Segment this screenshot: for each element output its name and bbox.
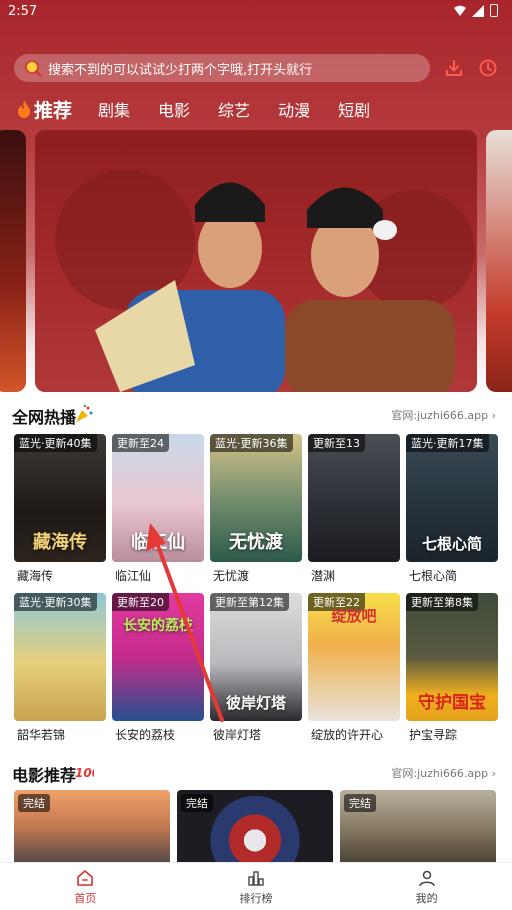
section-title: 全网热播 [12, 408, 77, 427]
status-badge: 完结 [344, 794, 376, 812]
poster-title: 七根心简 [421, 535, 482, 553]
nav-profile[interactable]: 我的 [341, 863, 512, 910]
tab-label: 推荐 [34, 99, 73, 122]
tab-variety[interactable]: 综艺 [218, 97, 250, 121]
drama-card[interactable]: 蓝光·更新17集 七根心简 七根心简 [406, 434, 498, 584]
confetti-icon [76, 404, 93, 422]
poster: 蓝光·更新40集 藏海传 [14, 434, 106, 562]
poster-title: 守护国宝 [418, 693, 486, 713]
drama-card[interactable]: 更新至13 潜渊 [308, 434, 400, 584]
search-input[interactable]: 搜索不到的可以试试少打两个字哦,打开头就行 [14, 54, 430, 82]
signal-icon [472, 4, 484, 17]
history-icon[interactable] [478, 58, 498, 78]
poster: 更新至第8集 守护国宝 [406, 593, 498, 721]
poster: 更新至22 绽放吧 [308, 593, 400, 721]
site-link[interactable]: 官网:juzhi666.app › [391, 407, 496, 423]
update-badge: 更新至24 [112, 434, 169, 452]
section-title: 电影推荐 [12, 766, 77, 785]
user-icon [418, 870, 435, 886]
annotation-arrow [146, 523, 224, 722]
card-title: 韶华若锦 [17, 728, 66, 742]
card-title: 护宝寻踪 [409, 728, 458, 742]
flame-icon [18, 100, 30, 118]
update-badge: 蓝光·更新36集 [210, 434, 293, 452]
poster: 更新至13 [308, 434, 400, 562]
wifi-icon [454, 5, 466, 16]
nav-label: 排行榜 [239, 891, 273, 905]
tab-anime[interactable]: 动漫 [278, 97, 310, 121]
poster-title: 绽放吧 [331, 607, 377, 625]
banner-artwork [55, 170, 475, 392]
update-badge: 蓝光·更新40集 [14, 434, 97, 452]
card-title: 潜渊 [311, 569, 336, 583]
update-badge: 蓝光·更新17集 [406, 434, 489, 452]
home-icon [77, 869, 94, 886]
card-title: 长安的荔枝 [115, 728, 176, 742]
update-badge: 更新至13 [308, 434, 365, 452]
poster: 蓝光·更新30集 [14, 593, 106, 721]
site-link-text: 官网:juzhi666.app [391, 767, 489, 780]
banner-main-card[interactable] [35, 130, 477, 392]
banner-next-card[interactable] [486, 130, 512, 392]
search-icon [25, 60, 42, 77]
movie-card[interactable]: 完结 [177, 790, 333, 862]
download-icon[interactable] [444, 58, 464, 78]
hundred-icon: 100 [75, 766, 94, 780]
drama-card[interactable]: 更新至22 绽放吧 绽放的许开心 [308, 593, 400, 743]
drama-card[interactable]: 蓝光·更新30集 韶华若锦 [14, 593, 106, 743]
banner-prev-card[interactable] [0, 130, 26, 392]
nav-ranking[interactable]: 排行榜 [171, 863, 342, 910]
site-link[interactable]: 官网:juzhi666.app › [391, 765, 496, 781]
card-title: 绽放的许开心 [311, 728, 384, 742]
nav-label: 我的 [415, 891, 438, 905]
nav-label: 首页 [74, 891, 97, 905]
category-tabs: 推荐 剧集 电影 综艺 动漫 短剧 [16, 94, 398, 124]
card-title: 彼岸灯塔 [213, 728, 262, 742]
tab-movies[interactable]: 电影 [158, 97, 190, 121]
status-badge: 完结 [181, 794, 213, 812]
tab-series[interactable]: 剧集 [98, 97, 130, 121]
search-placeholder: 搜索不到的可以试试少打两个字哦,打开头就行 [48, 62, 313, 78]
status-bar: 2:57 [0, 0, 512, 24]
hot-section-header: 全网热播 官网:juzhi666.app › [12, 404, 500, 427]
drama-card[interactable]: 蓝光·更新40集 藏海传 藏海传 [14, 434, 106, 584]
movie-card[interactable]: 完结 [340, 790, 496, 862]
movie-card[interactable]: 完结 [14, 790, 170, 862]
status-icons [454, 4, 498, 17]
poster-title: 藏海传 [33, 532, 87, 553]
card-title: 藏海传 [17, 569, 54, 583]
site-link-text: 官网:juzhi666.app [391, 409, 489, 422]
card-title: 七根心简 [409, 569, 458, 583]
update-badge: 蓝光·更新30集 [14, 593, 97, 611]
bar-chart-icon [248, 870, 264, 886]
bottom-nav: 首页 排行榜 我的 [0, 862, 512, 910]
status-badge: 完结 [18, 794, 50, 812]
tab-short-drama[interactable]: 短剧 [338, 97, 370, 121]
battery-icon [490, 4, 498, 17]
svg-text:100: 100 [75, 766, 94, 780]
poster: 蓝光·更新17集 七根心简 [406, 434, 498, 562]
drama-card[interactable]: 更新至第8集 守护国宝 护宝寻踪 [406, 593, 498, 743]
tab-recommend[interactable]: 推荐 [16, 96, 72, 123]
update-badge: 更新至第8集 [406, 593, 478, 611]
status-time: 2:57 [8, 4, 38, 19]
movie-section-header: 电影推荐 100 官网:juzhi666.app › [12, 762, 500, 785]
nav-home[interactable]: 首页 [0, 863, 171, 910]
